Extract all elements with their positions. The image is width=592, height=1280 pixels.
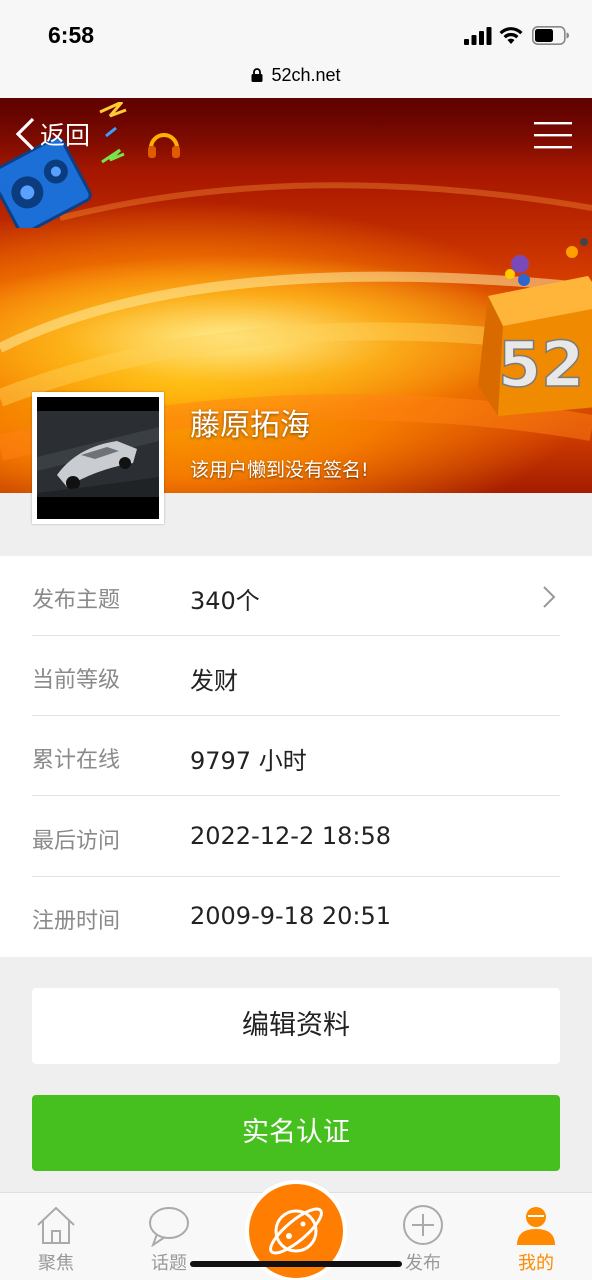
real-name-verify-button[interactable]: 实名认证 (32, 1095, 560, 1171)
info-row-register-time: 注册时间 2009-9-18 20:51 (32, 877, 560, 957)
chevron-left-icon (15, 117, 35, 151)
info-label: 注册时间 (32, 909, 121, 934)
menu-icon[interactable] (534, 120, 572, 150)
avatar[interactable] (32, 392, 164, 524)
wifi-icon (499, 27, 523, 44)
info-label: 累计在线 (32, 748, 121, 773)
headphones-icon (148, 133, 180, 158)
home-icon (37, 1206, 75, 1244)
info-value: 2022-12-2 18:58 (190, 822, 391, 850)
info-row-topics[interactable]: 发布主题 340个 (32, 556, 560, 636)
info-value: 2009-9-18 20:51 (190, 902, 391, 930)
lightning-icon (99, 102, 127, 164)
info-label: 最后访问 (32, 829, 121, 854)
info-row-online-time: 累计在线 9797 小时 (32, 716, 560, 796)
lock-icon (251, 68, 263, 82)
info-row-level: 当前等级 发财 (32, 636, 560, 716)
battery-icon (532, 26, 569, 45)
back-button[interactable]: 返回 (14, 116, 90, 152)
home-indicator[interactable] (190, 1261, 402, 1267)
status-bar: 6:58 (0, 0, 592, 58)
plus-circle-icon (403, 1205, 443, 1245)
tab-focus[interactable]: 聚焦 (16, 1201, 96, 1277)
status-time: 6:58 (48, 22, 95, 48)
info-label: 发布主题 (32, 588, 121, 613)
chat-bubble-icon (149, 1207, 189, 1247)
user-icon (517, 1207, 555, 1245)
cellular-signal-icon (464, 27, 492, 45)
bubbles-graphic (505, 238, 588, 286)
tab-label: 我的 (518, 1253, 554, 1274)
info-label: 当前等级 (32, 668, 121, 693)
url-bar[interactable]: 52ch.net (0, 58, 592, 98)
cube-number: 52 (498, 328, 584, 401)
profile-info-list: 发布主题 340个 当前等级 发财 累计在线 9797 小时 最后访问 2022… (0, 556, 592, 957)
tab-mine[interactable]: 我的 (496, 1201, 576, 1277)
info-row-last-visit: 最后访问 2022-12-2 18:58 (32, 797, 560, 877)
avatar-car-image (37, 397, 159, 519)
back-label: 返回 (40, 121, 91, 150)
info-value: 340个 (190, 587, 260, 615)
info-value: 9797 小时 (190, 747, 307, 775)
chevron-right-icon (543, 586, 556, 608)
info-value: 发财 (190, 667, 238, 695)
profile-username: 藤原拓海 (190, 408, 310, 443)
profile-signature: 该用户懒到没有签名! (190, 459, 369, 481)
edit-profile-button[interactable]: 编辑资料 (32, 988, 560, 1064)
tab-label: 聚焦 (38, 1253, 74, 1274)
url-text: 52ch.net (271, 65, 341, 85)
